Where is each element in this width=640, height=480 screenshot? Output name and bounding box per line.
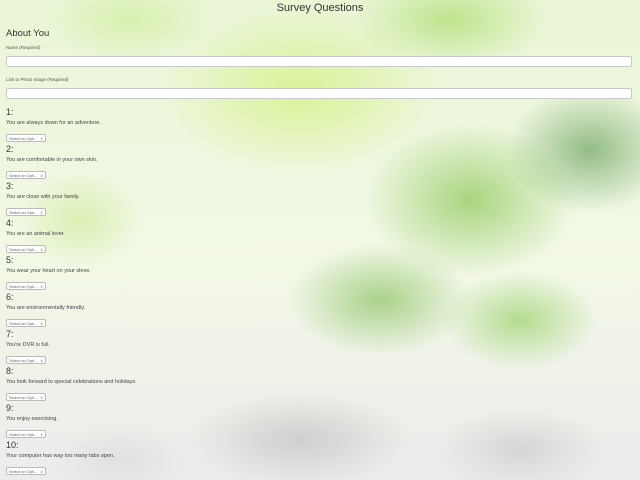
- photo-link-label: Link to Photo Image (Required): [6, 77, 69, 82]
- survey-page: Survey Questions About You Name (Require…: [0, 0, 640, 480]
- question-item: 3: You are close with your family. Select …: [6, 182, 626, 219]
- chevron-down-icon: ∨: [40, 321, 43, 326]
- answer-select-value: Select an Opti...: [9, 173, 38, 178]
- question-text: You wear your heart on your sleve.: [6, 268, 91, 274]
- question-number: 9:: [6, 403, 14, 413]
- answer-select[interactable]: Select an Opti... ∨: [6, 319, 46, 327]
- chevron-down-icon: ∨: [40, 469, 43, 474]
- question-text: You are an animal lover.: [6, 231, 65, 237]
- chevron-down-icon: ∨: [40, 284, 43, 289]
- answer-select-value: Select an Opti...: [9, 358, 38, 363]
- answer-select-value: Select an Opti...: [9, 210, 38, 215]
- name-field[interactable]: [6, 56, 632, 67]
- photo-link-field[interactable]: [6, 88, 632, 99]
- question-number: 3:: [6, 181, 14, 191]
- section-heading-about: About You: [6, 28, 50, 39]
- question-number: 2:: [6, 144, 14, 154]
- answer-select[interactable]: Select an Opti... ∨: [6, 134, 46, 142]
- answer-select[interactable]: Select an Opti... ∨: [6, 282, 46, 290]
- question-number: 7:: [6, 329, 14, 339]
- question-item: 5: You wear your heart on your sleve. Sele…: [6, 256, 626, 293]
- answer-select[interactable]: Select an Opti... ∨: [6, 208, 46, 216]
- answer-select-value: Select an Opti...: [9, 395, 38, 400]
- chevron-down-icon: ∨: [40, 136, 43, 141]
- answer-select-value: Select an Opti...: [9, 247, 38, 252]
- question-item: 9: You enjoy exercising. Select an Opti...…: [6, 404, 626, 441]
- chevron-down-icon: ∨: [40, 358, 43, 363]
- answer-select[interactable]: Select an Opti... ∨: [6, 430, 46, 438]
- question-text: You look forward to special celebrations…: [6, 379, 137, 385]
- question-number: 8:: [6, 366, 14, 376]
- question-text: You're DVR is full.: [6, 342, 50, 348]
- answer-select[interactable]: Select an Opti... ∨: [6, 393, 46, 401]
- answer-select[interactable]: Select an Opti... ∨: [6, 245, 46, 253]
- question-item: 4: You are an animal lover. Select an Opti…: [6, 219, 626, 256]
- question-number: 5:: [6, 255, 14, 265]
- chevron-down-icon: ∨: [40, 173, 43, 178]
- question-item: 7: You're DVR is full. Select an Opti... ∨: [6, 330, 626, 367]
- question-item: 6: You are environmentally friendly. Selec…: [6, 293, 626, 330]
- answer-select[interactable]: Select an Opti... ∨: [6, 171, 46, 179]
- answer-select-value: Select an Opti...: [9, 136, 38, 141]
- question-text: You are environmentally friendly.: [6, 305, 86, 311]
- question-item: 8: You look forward to special celebratio…: [6, 367, 626, 404]
- question-item: 2: You are comfortable in your own skin. S…: [6, 145, 626, 182]
- name-label: Name (Required): [6, 45, 41, 50]
- chevron-down-icon: ∨: [40, 247, 43, 252]
- question-number: 6:: [6, 292, 14, 302]
- chevron-down-icon: ∨: [40, 395, 43, 400]
- question-number: 1:: [6, 107, 14, 117]
- question-text: Your computer has way too many tabs open…: [6, 453, 115, 459]
- answer-select[interactable]: Select an Opti... ∨: [6, 467, 46, 475]
- question-item: 10: Your computer has way too many tabs o…: [6, 441, 626, 478]
- question-number: 10:: [6, 440, 19, 450]
- chevron-down-icon: ∨: [40, 210, 43, 215]
- question-text: You enjoy exercising.: [6, 416, 58, 422]
- answer-select[interactable]: Select an Opti... ∨: [6, 356, 46, 364]
- chevron-down-icon: ∨: [40, 432, 43, 437]
- answer-select-value: Select an Opti...: [9, 432, 38, 437]
- question-number: 4:: [6, 218, 14, 228]
- question-item: 1: You are always down for an adventure. S…: [6, 108, 626, 145]
- question-text: You are close with your family.: [6, 194, 80, 200]
- answer-select-value: Select an Opti...: [9, 321, 38, 326]
- question-text: You are always down for an adventure.: [6, 120, 101, 126]
- page-title: Survey Questions: [276, 2, 364, 14]
- answer-select-value: Select an Opti...: [9, 469, 38, 474]
- answer-select-value: Select an Opti...: [9, 284, 38, 289]
- question-text: You are comfortable in your own skin.: [6, 157, 98, 163]
